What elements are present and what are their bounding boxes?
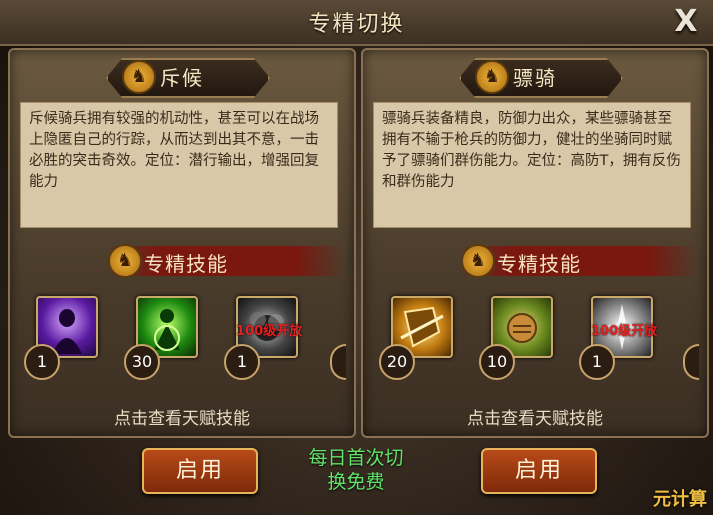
unlock-level-label: 100级开放 [591,324,658,339]
class-description: 斥候骑兵拥有较强的机动性，甚至可以在战场上隐匿自己的行踪，从而达到出其不意，一击… [20,102,338,228]
view-talents-link[interactable]: 点击查看天赋技能 [10,404,354,429]
watermark-logo: 元计算 [653,489,707,510]
skill-level-badge: 30 [124,344,160,380]
cavalry-emblem-icon: ♞ [461,244,495,278]
specialization-panel-cavalry: ♞ 骠骑 骠骑兵装备精良，防御力出众，某些骠骑甚至拥有不输于枪兵的防御力，健壮的… [361,48,709,438]
skill-level-badge: 1 [24,344,60,380]
close-button[interactable]: X [669,5,703,39]
skill-level-badge: 1 [579,344,615,380]
cavalry-emblem-icon: ♞ [475,60,509,94]
dialog-title: 专精切换 [308,12,405,37]
skill-level-badge: 10 [479,344,515,380]
specialization-panel-scout: ♞ 斥候 斥候骑兵拥有较强的机动性，甚至可以在战场上隐匿自己的行踪，从而达到出其… [8,48,356,438]
free-switch-notice: 每日首次切换免费 [308,447,404,493]
game-dialog: 专精切换 X ♞ 斥候 斥候骑兵拥有较强的机动性，甚至可以在战场上隐匿自己的行踪… [0,0,713,515]
cavalry-emblem-icon: ♞ [108,244,142,278]
activate-cavalry-button[interactable]: 启用 [481,448,597,494]
class-name: 骠骑 [513,66,557,90]
class-description: 骠骑兵装备精良，防御力出众，某些骠骑甚至拥有不输于枪兵的防御力，健壮的坐骑同时赋… [373,102,691,228]
title-bar: 专精切换 X [0,0,713,46]
scroll-more-indicator[interactable] [683,344,699,380]
class-name: 斥候 [160,66,204,90]
cavalry-emblem-icon: ♞ [122,60,156,94]
view-talents-link[interactable]: 点击查看天赋技能 [363,404,707,429]
skills-header: 专精技能 [497,252,581,276]
activate-scout-button[interactable]: 启用 [142,448,258,494]
skill-level-badge: 20 [379,344,415,380]
unlock-level-label: 100级开放 [236,324,303,339]
skill-level-badge: 1 [224,344,260,380]
skills-header: 专精技能 [144,252,228,276]
scroll-more-indicator[interactable] [330,344,346,380]
